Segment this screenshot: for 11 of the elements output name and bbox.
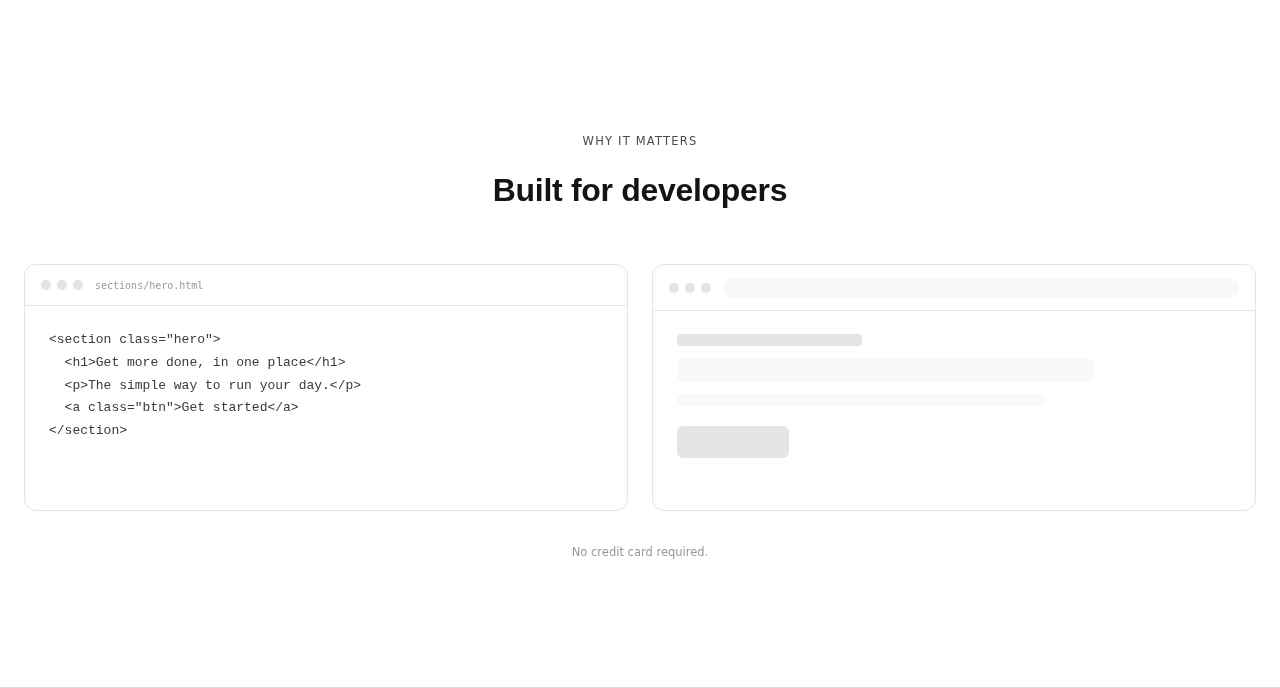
- code-line: </section>: [49, 422, 127, 440]
- code-line: <a class="btn">Get started</a>: [63, 399, 299, 418]
- section-eyebrow: WHY IT MATTERS: [582, 134, 698, 148]
- window-controls-icon: [41, 280, 83, 290]
- code-line: <p>The simple way to run your day.</p>: [63, 376, 362, 395]
- window-controls-icon: [669, 282, 711, 293]
- file-name: sections/hero.html: [95, 279, 204, 291]
- code-line: <h1>Get more done, in one place</h1>: [63, 353, 346, 372]
- section-heading: Built for developers: [492, 171, 788, 210]
- code-line: <section class="hero">: [49, 331, 221, 349]
- footnote-text: No credit card required.: [571, 544, 709, 560]
